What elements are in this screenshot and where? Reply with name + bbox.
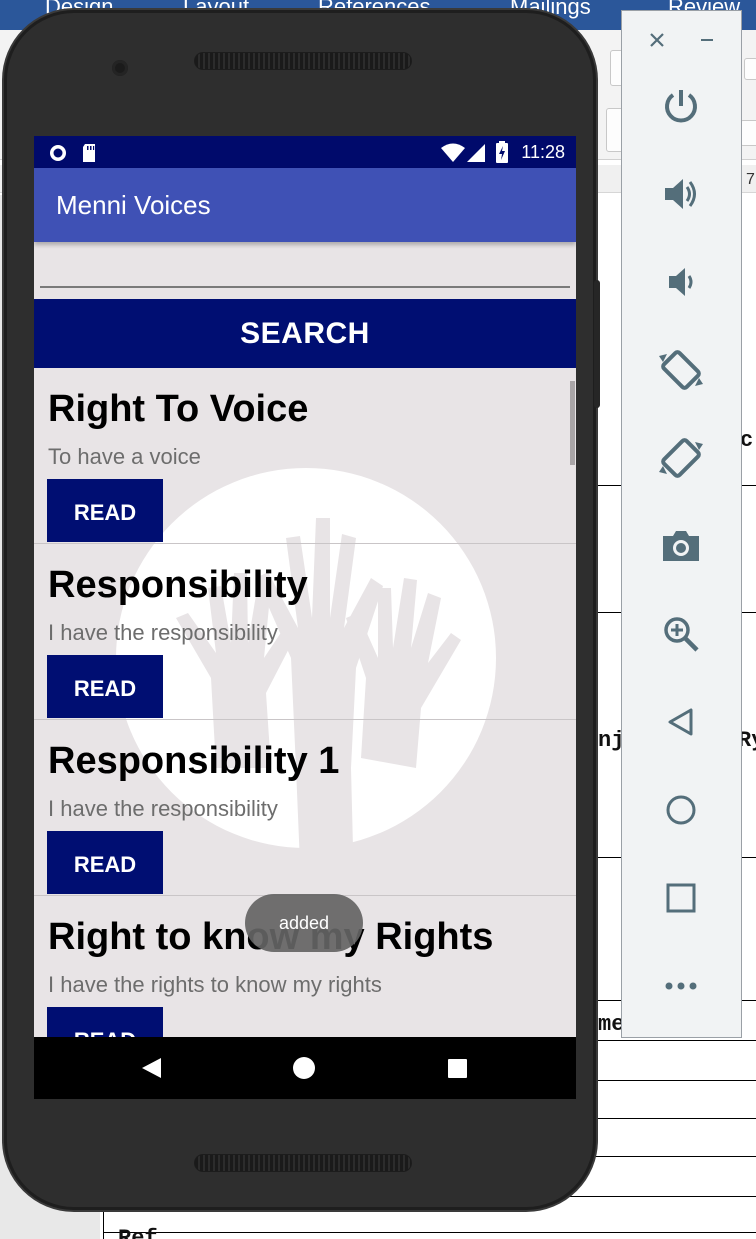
phone-volume-button[interactable] [594, 318, 600, 408]
app-bar: Menni Voices [34, 168, 576, 242]
right-description: To have a voice [48, 444, 201, 469]
emulator-rotate-right-button[interactable] [654, 431, 708, 485]
word-ribbon-button[interactable] [744, 58, 756, 80]
emulator-screenshot-button[interactable] [654, 519, 708, 573]
table-line [104, 1232, 756, 1233]
phone-device-frame: 11:28 Menni Voices SEARCH Right To Voice… [4, 10, 600, 1210]
word-ribbon-button[interactable] [740, 120, 756, 146]
camera-icon [663, 531, 699, 561]
list-item: Right To Voice To have a voice READ [34, 368, 576, 544]
recents-square-icon [448, 1059, 467, 1078]
status-bar: 11:28 [34, 136, 576, 168]
emulator-more-button[interactable] [654, 959, 708, 1013]
nav-back-button[interactable] [112, 1037, 192, 1099]
nav-recents-button[interactable] [417, 1037, 497, 1099]
home-circle-icon [293, 1057, 315, 1079]
emulator-volume-down-button[interactable] [654, 255, 708, 309]
volume-down-icon [669, 268, 693, 296]
status-time: 11:28 [521, 142, 565, 162]
home-icon [666, 795, 696, 825]
emulator-toolbar [621, 10, 742, 1038]
android-nav-bar [34, 1037, 576, 1099]
front-camera [112, 60, 128, 76]
right-title: Responsibility 1 [48, 740, 340, 782]
read-button[interactable]: READ [47, 831, 163, 894]
sd-card-icon [83, 144, 95, 162]
doc-text-fragment: Ref [118, 1226, 158, 1239]
notification-circle-icon [50, 145, 66, 161]
search-button[interactable]: SEARCH [34, 299, 576, 368]
bottom-speaker [194, 1154, 412, 1172]
read-button[interactable]: READ [47, 655, 163, 718]
emulator-rotate-left-button[interactable] [654, 343, 708, 397]
right-description: I have the rights to know my rights [48, 972, 382, 997]
emulator-zoom-button[interactable] [654, 607, 708, 661]
emulator-back-button[interactable] [654, 695, 708, 749]
right-title: Responsibility [48, 564, 308, 606]
emulator-home-button[interactable] [654, 783, 708, 837]
toast-message: added [245, 894, 363, 952]
top-speaker [194, 52, 412, 70]
more-icon [665, 982, 697, 990]
rotate-left-icon [659, 350, 703, 390]
emulator-overview-button[interactable] [654, 871, 708, 925]
list-item: Responsibility I have the responsibility… [34, 544, 576, 720]
cell-signal-icon [467, 144, 485, 162]
ruler-number: 7 [746, 171, 755, 188]
overview-icon [666, 883, 696, 913]
back-icon [668, 708, 693, 736]
right-title: Right To Voice [48, 388, 309, 430]
close-icon [650, 33, 664, 47]
rotate-right-icon [659, 438, 703, 478]
app-title: Menni Voices [56, 190, 211, 220]
minimize-icon [701, 39, 713, 41]
right-description: I have the responsibility [48, 796, 278, 821]
phone-screen: 11:28 Menni Voices SEARCH Right To Voice… [34, 136, 576, 1099]
search-input[interactable] [40, 246, 570, 288]
emulator-power-button[interactable] [654, 79, 708, 133]
battery-charging-icon [496, 141, 508, 163]
read-button[interactable]: READ [47, 479, 163, 542]
power-icon [665, 90, 697, 123]
volume-up-icon [665, 179, 696, 209]
list-item: Responsibility 1 I have the responsibili… [34, 720, 576, 896]
back-triangle-icon [142, 1058, 161, 1078]
right-description: I have the responsibility [48, 620, 278, 645]
nav-home-button[interactable] [264, 1037, 344, 1099]
wifi-icon [441, 143, 465, 162]
emulator-volume-up-button[interactable] [654, 167, 708, 221]
read-button[interactable]: READ [47, 1007, 163, 1037]
emulator-minimize-button[interactable] [692, 25, 722, 55]
zoom-icon [664, 617, 699, 652]
emulator-close-button[interactable] [642, 25, 672, 55]
